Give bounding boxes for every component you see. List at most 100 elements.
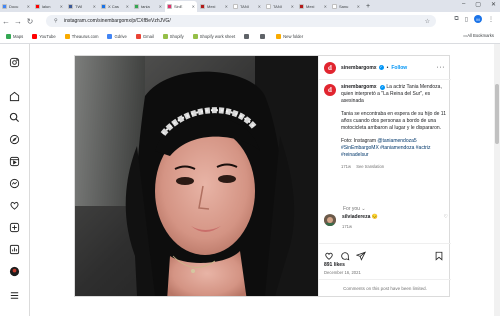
messages-icon[interactable]	[8, 177, 20, 189]
bookmark-favicon-icon	[192, 34, 198, 39]
browser-tab[interactable]: Sanu ✕	[330, 1, 362, 12]
tab-favicon-icon	[332, 3, 337, 9]
create-icon[interactable]	[8, 221, 20, 233]
caption-hashtags[interactable]: #SinEmbargoMX #taniamendoza #actriz #rei…	[341, 145, 431, 158]
tab-close-icon[interactable]: ✕	[192, 4, 195, 9]
bookmark-item[interactable]: New folder	[276, 34, 303, 39]
caption-meta: 171w See translation	[341, 163, 448, 170]
browser-tab[interactable]: Mexi ✕	[198, 1, 230, 12]
follow-button[interactable]: Follow	[391, 65, 407, 71]
post-caption: d sinembargomx ✓ La actriz Tania Mendoza…	[324, 84, 448, 170]
browser-tab[interactable]: TANI ✕	[264, 1, 296, 12]
instagram-logo-icon[interactable]	[8, 56, 20, 68]
see-translation-link[interactable]: See translation	[356, 164, 384, 169]
extensions-icon[interactable]: ⧉	[454, 16, 458, 23]
caption-avatar[interactable]: d	[324, 84, 336, 96]
all-bookmarks-button[interactable]: ▭ All Bookmarks	[463, 33, 494, 38]
bookmark-label: Theaurus.com	[71, 34, 99, 39]
for-you-dropdown[interactable]: For you ⌄	[343, 206, 366, 212]
tab-favicon-icon	[68, 3, 73, 9]
tab-close-icon[interactable]: ✕	[60, 4, 63, 9]
tab-favicon-icon	[299, 3, 304, 9]
post-date: December 16, 2021	[324, 270, 361, 275]
author-avatar[interactable]: d	[324, 61, 336, 74]
post-actions: 891 likes December 16, 2021 Comments on …	[319, 243, 451, 296]
browser-tab[interactable]: X Cas ✕	[99, 1, 131, 12]
bookmark-item[interactable]: Shopify	[162, 34, 184, 39]
reload-icon[interactable]: ↻	[24, 17, 36, 26]
bookmark-favicon-icon	[107, 34, 113, 39]
bookmark-item[interactable]: Shopify work sheet	[192, 34, 235, 39]
tab-close-icon[interactable]: ✕	[357, 4, 360, 9]
bookmark-item[interactable]	[260, 34, 267, 39]
likes-count[interactable]: 891 likes	[324, 262, 345, 268]
post-modal: d sinembargomx ✓ • Follow ··· d sinembar…	[74, 55, 451, 297]
explore-icon[interactable]	[8, 133, 20, 145]
home-icon[interactable]	[8, 90, 20, 102]
tab-title: Mexi	[207, 3, 216, 9]
bookmark-item[interactable]: Gmail	[135, 34, 154, 39]
tab-title: Docu	[9, 3, 19, 9]
commenter-avatar[interactable]	[324, 214, 336, 226]
maximize-icon[interactable]: ▢	[475, 1, 481, 8]
close-window-icon[interactable]: ✕	[491, 1, 496, 8]
caption-mention-link[interactable]: @taniamendoza5	[377, 138, 416, 144]
bookmark-favicon-icon	[64, 34, 70, 39]
author-username[interactable]: sinembargomx	[341, 65, 377, 71]
post-photo[interactable]	[75, 56, 318, 296]
reels-icon[interactable]	[8, 155, 20, 167]
tab-favicon-icon	[101, 3, 106, 9]
chevron-down-icon: ⌄	[361, 206, 366, 212]
comment-like-heart-icon[interactable]: ♡	[444, 214, 448, 229]
notifications-heart-icon[interactable]	[8, 199, 20, 211]
browser-tab[interactable]: TANI ✕	[231, 1, 263, 12]
search-icon[interactable]	[8, 111, 20, 123]
browser-tab[interactable]: lalun ✕	[33, 1, 65, 12]
commenter-username[interactable]: silviadereza	[342, 214, 370, 220]
tab-close-icon[interactable]: ✕	[225, 4, 228, 9]
tab-close-icon[interactable]: ✕	[291, 4, 294, 9]
browser-tab[interactable]: TWI ✕	[66, 1, 98, 12]
bookmark-item[interactable]: YouTube	[32, 34, 56, 39]
save-bookmark-icon[interactable]	[434, 248, 444, 266]
bookmark-item[interactable]	[244, 34, 251, 39]
tab-close-icon[interactable]: ✕	[93, 4, 96, 9]
tab-close-icon[interactable]: ✕	[126, 4, 129, 9]
share-icon[interactable]	[355, 248, 366, 266]
browser-tab[interactable]: tania ✕	[132, 1, 164, 12]
site-info-icon[interactable]: ⚲	[54, 18, 60, 24]
tab-close-icon[interactable]: ✕	[27, 4, 30, 9]
bookmark-label: New folder	[283, 34, 304, 39]
page-scrollbar[interactable]	[494, 44, 500, 316]
caption-username[interactable]: sinembargomx	[341, 84, 377, 90]
bookmark-item[interactable]: Gdrive	[107, 34, 127, 39]
bookmark-favicon-icon	[135, 34, 141, 39]
tab-close-icon[interactable]: ✕	[258, 4, 261, 9]
bookmark-item[interactable]: Maps	[6, 34, 23, 39]
forward-icon[interactable]: →	[12, 17, 24, 26]
more-menu-icon[interactable]	[8, 289, 20, 301]
profile-avatar-icon[interactable]	[8, 265, 20, 277]
dashboard-icon[interactable]	[8, 243, 20, 255]
tab-close-icon[interactable]: ✕	[324, 4, 327, 9]
back-icon[interactable]: ←	[0, 17, 12, 26]
bookmark-favicon-icon	[6, 34, 11, 39]
browser-tab[interactable]: Docu ✕	[0, 1, 32, 12]
browser-tab[interactable]: SinE ✕	[165, 0, 197, 12]
bookmark-item[interactable]: Theaurus.com	[64, 34, 99, 39]
browser-tab[interactable]: Mexi ✕	[297, 1, 329, 12]
scrollbar-thumb[interactable]	[495, 84, 499, 144]
more-options-icon[interactable]: ···	[437, 64, 446, 71]
sidepanel-icon[interactable]: ▯	[465, 16, 468, 23]
tab-favicon-icon	[35, 3, 40, 9]
bookmarks-bar: Maps YouTube Theaurus.com Gdrive Gmail Shopif…	[0, 30, 500, 44]
profile-avatar[interactable]: M	[474, 15, 482, 23]
minimize-icon[interactable]: –	[462, 1, 465, 8]
caption-paragraph-1: sinembargomx ✓ La actriz Tania Mendoza, …	[341, 84, 448, 105]
url-bar[interactable]: ⚲ instagram.com/sinembargomx/p/CXfBeVzhJ…	[46, 15, 436, 27]
bookmark-star-icon[interactable]: ☆	[425, 18, 430, 25]
new-tab-icon[interactable]: +	[363, 3, 373, 10]
tab-close-icon[interactable]: ✕	[159, 4, 162, 9]
bookmark-label: Gmail	[142, 34, 154, 39]
menu-icon[interactable]: ⋮	[488, 16, 494, 23]
